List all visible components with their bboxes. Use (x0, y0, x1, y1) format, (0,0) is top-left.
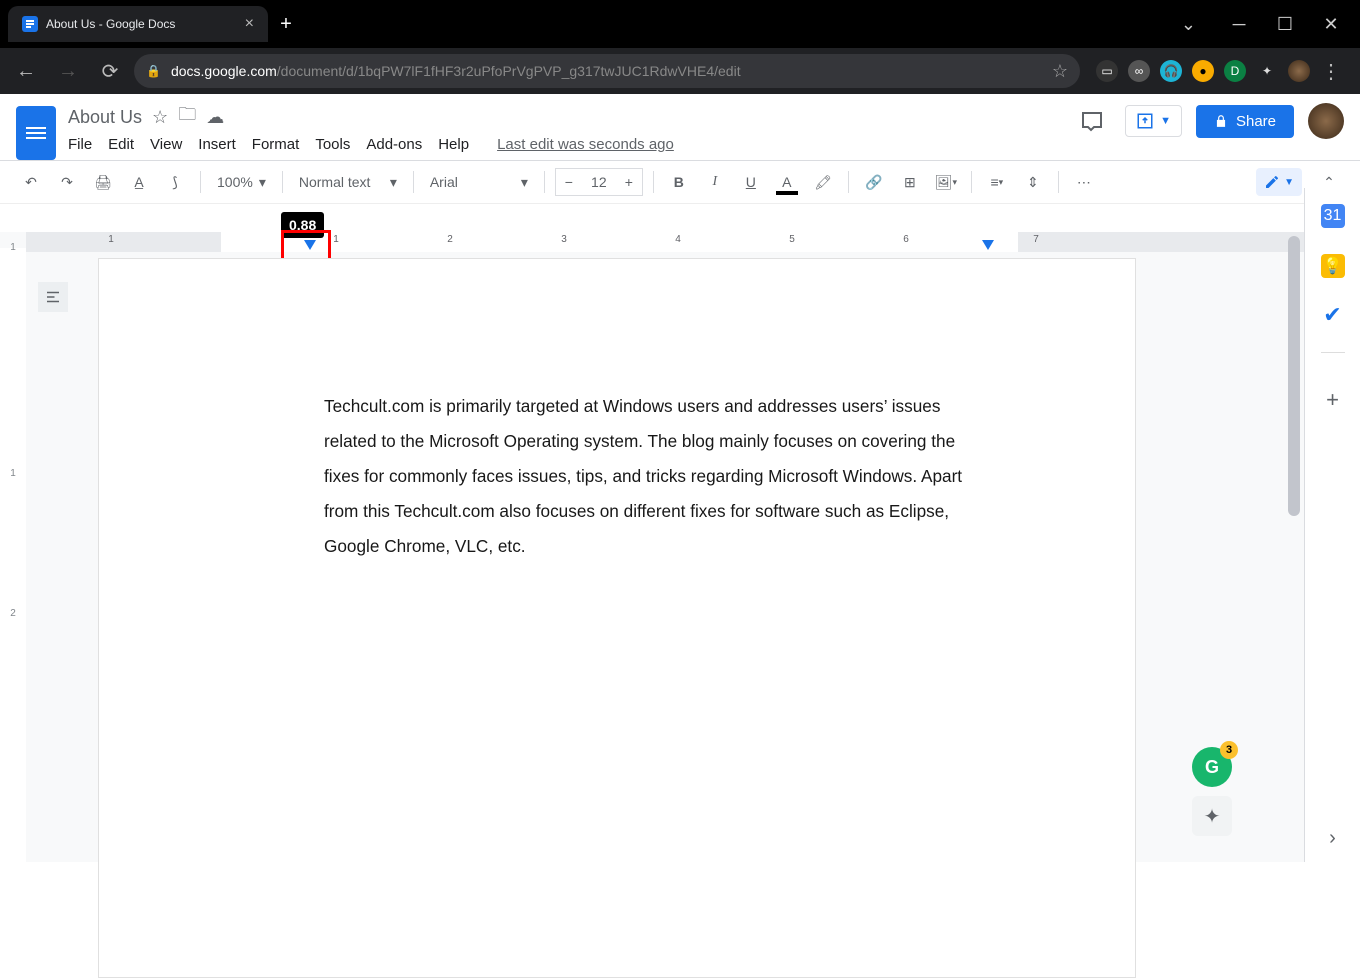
share-button[interactable]: Share (1196, 105, 1294, 138)
toolbar: ↶ ↷ 🖨 A̲ ⟆ 100%▾ Normal text▾ Arial▾ − 1… (0, 160, 1360, 204)
share-label: Share (1236, 113, 1276, 130)
tab-title: About Us - Google Docs (46, 17, 175, 31)
url-path: /document/d/1bqPW7lF1fHF3r2uPfoPrVgPVP_g… (277, 63, 741, 79)
extension-icon[interactable]: D (1224, 60, 1246, 82)
document-text[interactable]: Techcult.com is primarily targeted at Wi… (324, 389, 993, 564)
reload-button[interactable]: ⟳ (92, 53, 128, 89)
tab-close-icon[interactable]: × (245, 15, 254, 33)
extension-icon[interactable]: ▭ (1096, 60, 1118, 82)
add-on-plus-icon[interactable]: + (1322, 389, 1344, 411)
menu-addons[interactable]: Add-ons (366, 136, 422, 153)
forward-button[interactable]: → (50, 53, 86, 89)
paint-format-button[interactable]: ⟆ (160, 167, 190, 197)
new-tab-button[interactable]: + (272, 10, 300, 38)
menu-format[interactable]: Format (252, 136, 300, 153)
font-size-plus[interactable]: + (616, 174, 642, 190)
bookmark-star-icon[interactable]: ☆ (1052, 61, 1068, 82)
menu-help[interactable]: Help (438, 136, 469, 153)
highlight-button[interactable]: 🖍 (808, 167, 838, 197)
keep-icon[interactable]: 💡 (1321, 254, 1345, 278)
extensions-puzzle-icon[interactable]: ✦ (1256, 60, 1278, 82)
maximize-button[interactable]: ☐ (1262, 9, 1308, 39)
present-button[interactable]: ▼ (1125, 105, 1182, 137)
url-host: docs.google.com (171, 63, 277, 79)
editing-mode-button[interactable]: ▼ (1256, 168, 1302, 196)
account-avatar[interactable] (1308, 103, 1344, 139)
undo-button[interactable]: ↶ (16, 167, 46, 197)
browser-menu-icon[interactable]: ⋮ (1320, 60, 1342, 82)
tasks-icon[interactable]: ✔ (1322, 304, 1344, 326)
menu-insert[interactable]: Insert (198, 136, 236, 153)
extension-icon[interactable]: 🎧 (1160, 60, 1182, 82)
align-button[interactable]: ≡▾ (982, 167, 1012, 197)
font-size-minus[interactable]: − (556, 174, 582, 190)
underline-button[interactable]: U (736, 167, 766, 197)
right-indent-marker[interactable] (982, 240, 994, 250)
more-tools-button[interactable]: ⋯ (1069, 167, 1099, 197)
tab-search-icon[interactable]: ⌄ (1181, 14, 1196, 35)
italic-button[interactable]: I (700, 167, 730, 197)
line-spacing-button[interactable]: ⇕ (1018, 167, 1048, 197)
side-panel: 31 💡 ✔ + › (1304, 188, 1360, 862)
paragraph-style-select[interactable]: Normal text▾ (293, 174, 403, 191)
document-page[interactable]: Techcult.com is primarily targeted at Wi… (98, 258, 1136, 978)
grammarly-count-badge: 3 (1220, 741, 1238, 759)
print-button[interactable]: 🖨 (88, 167, 118, 197)
extension-icon[interactable]: ∞ (1128, 60, 1150, 82)
extension-icon[interactable]: ● (1192, 60, 1214, 82)
move-icon[interactable]: 🗀 (178, 102, 196, 132)
font-select[interactable]: Arial▾ (424, 174, 534, 191)
side-panel-collapse-icon[interactable]: › (1329, 827, 1336, 850)
menu-view[interactable]: View (150, 136, 182, 153)
address-bar[interactable]: 🔒 docs.google.com /document/d/1bqPW7lF1f… (134, 54, 1080, 88)
profile-avatar-icon[interactable] (1288, 60, 1310, 82)
minimize-button[interactable]: ─ (1216, 9, 1262, 39)
cloud-status-icon[interactable]: ☁ (206, 107, 224, 128)
lock-icon: 🔒 (146, 64, 161, 78)
spellcheck-button[interactable]: A̲ (124, 167, 154, 197)
menu-edit[interactable]: Edit (108, 136, 134, 153)
zoom-select[interactable]: 100%▾ (211, 174, 272, 191)
bold-button[interactable]: B (664, 167, 694, 197)
comments-icon[interactable] (1073, 102, 1111, 140)
vertical-scrollbar[interactable] (1288, 236, 1300, 516)
document-title[interactable]: About Us (68, 107, 142, 128)
grammarly-button[interactable]: G 3 (1192, 747, 1232, 787)
vertical-ruler[interactable]: 1 1 2 (0, 248, 26, 862)
star-icon[interactable]: ☆ (152, 107, 168, 128)
insert-link-button[interactable]: 🔗 (859, 167, 889, 197)
document-outline-button[interactable] (38, 282, 68, 312)
menu-file[interactable]: File (68, 136, 92, 153)
explore-button[interactable]: ✦ (1192, 796, 1232, 836)
horizontal-ruler[interactable]: 1 1 2 3 4 5 6 7 (26, 232, 1304, 252)
calendar-icon[interactable]: 31 (1321, 204, 1345, 228)
insert-image-button[interactable]: 🖼▾ (931, 167, 961, 197)
text-color-button[interactable]: A (772, 167, 802, 197)
font-size-value[interactable]: 12 (582, 174, 616, 190)
google-docs-logo[interactable] (16, 106, 56, 160)
font-size-field[interactable]: − 12 + (555, 168, 643, 196)
browser-tab[interactable]: About Us - Google Docs × (8, 6, 268, 42)
back-button[interactable]: ← (8, 53, 44, 89)
close-window-button[interactable]: ✕ (1308, 9, 1354, 39)
docs-favicon (22, 16, 38, 32)
insert-comment-button[interactable]: ⊞ (895, 167, 925, 197)
last-edit-link[interactable]: Last edit was seconds ago (497, 136, 674, 153)
menubar: File Edit View Insert Format Tools Add-o… (68, 136, 674, 153)
redo-button[interactable]: ↷ (52, 167, 82, 197)
menu-tools[interactable]: Tools (315, 136, 350, 153)
